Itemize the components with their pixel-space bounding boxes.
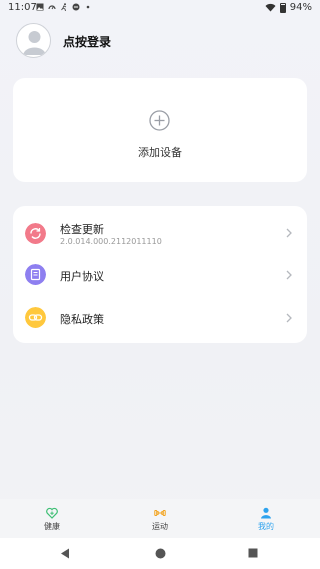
avatar[interactable] xyxy=(16,23,51,58)
list-item-privacy-policy[interactable]: 隐私政策 xyxy=(13,295,307,339)
tab-health-label: 健康 xyxy=(44,522,60,531)
version-text: 2.0.014.000.2112011110 xyxy=(60,237,162,246)
wifi-icon xyxy=(265,3,276,12)
check-update-title: 检查更新 xyxy=(60,223,104,236)
tab-mine-label: 我的 xyxy=(258,522,274,531)
dumbbell-icon xyxy=(154,510,166,516)
refresh-icon xyxy=(25,223,46,244)
bottom-nav: 健康 运动 我的 xyxy=(0,499,320,538)
status-time: 11:07 xyxy=(8,2,37,13)
app-badge-icon xyxy=(72,3,80,11)
login-prompt[interactable]: 点按登录 xyxy=(63,33,111,50)
list-item-check-update[interactable]: 检查更新 2.0.014.000.2112011110 xyxy=(13,211,307,255)
system-nav-bar xyxy=(0,538,320,569)
recents-icon[interactable] xyxy=(248,548,258,558)
add-device-card[interactable]: 添加设备 xyxy=(13,78,307,182)
add-device-label: 添加设备 xyxy=(138,146,182,159)
tab-health[interactable]: 健康 xyxy=(22,499,82,538)
settings-list: 检查更新 2.0.014.000.2112011110 用户协议 隐私政策 xyxy=(13,206,307,343)
back-icon[interactable] xyxy=(60,548,70,559)
link-icon xyxy=(25,307,46,328)
tab-sport[interactable]: 运动 xyxy=(130,499,190,538)
privacy-policy-title: 隐私政策 xyxy=(60,313,104,326)
user-agreement-title: 用户协议 xyxy=(60,270,104,283)
notification-icons xyxy=(36,3,92,11)
home-icon[interactable] xyxy=(155,548,166,559)
image-icon xyxy=(36,3,44,11)
system-status: 94% xyxy=(265,2,312,13)
chevron-right-icon xyxy=(286,228,292,238)
running-icon xyxy=(61,3,67,11)
speedometer-icon xyxy=(48,5,56,10)
person-icon xyxy=(261,507,271,519)
battery-percent: 94% xyxy=(289,2,312,13)
status-bar: 11:07 94% xyxy=(0,0,320,16)
document-icon xyxy=(25,264,46,285)
heart-icon xyxy=(46,507,58,519)
person-placeholder-icon xyxy=(23,31,46,55)
chevron-right-icon xyxy=(286,313,292,323)
tab-sport-label: 运动 xyxy=(152,522,168,531)
dot-icon xyxy=(86,5,90,9)
battery-icon xyxy=(279,2,286,13)
list-item-user-agreement[interactable]: 用户协议 xyxy=(13,253,307,297)
tab-mine[interactable]: 我的 xyxy=(236,499,296,538)
add-circle-icon[interactable] xyxy=(149,110,170,131)
chevron-right-icon xyxy=(286,270,292,280)
